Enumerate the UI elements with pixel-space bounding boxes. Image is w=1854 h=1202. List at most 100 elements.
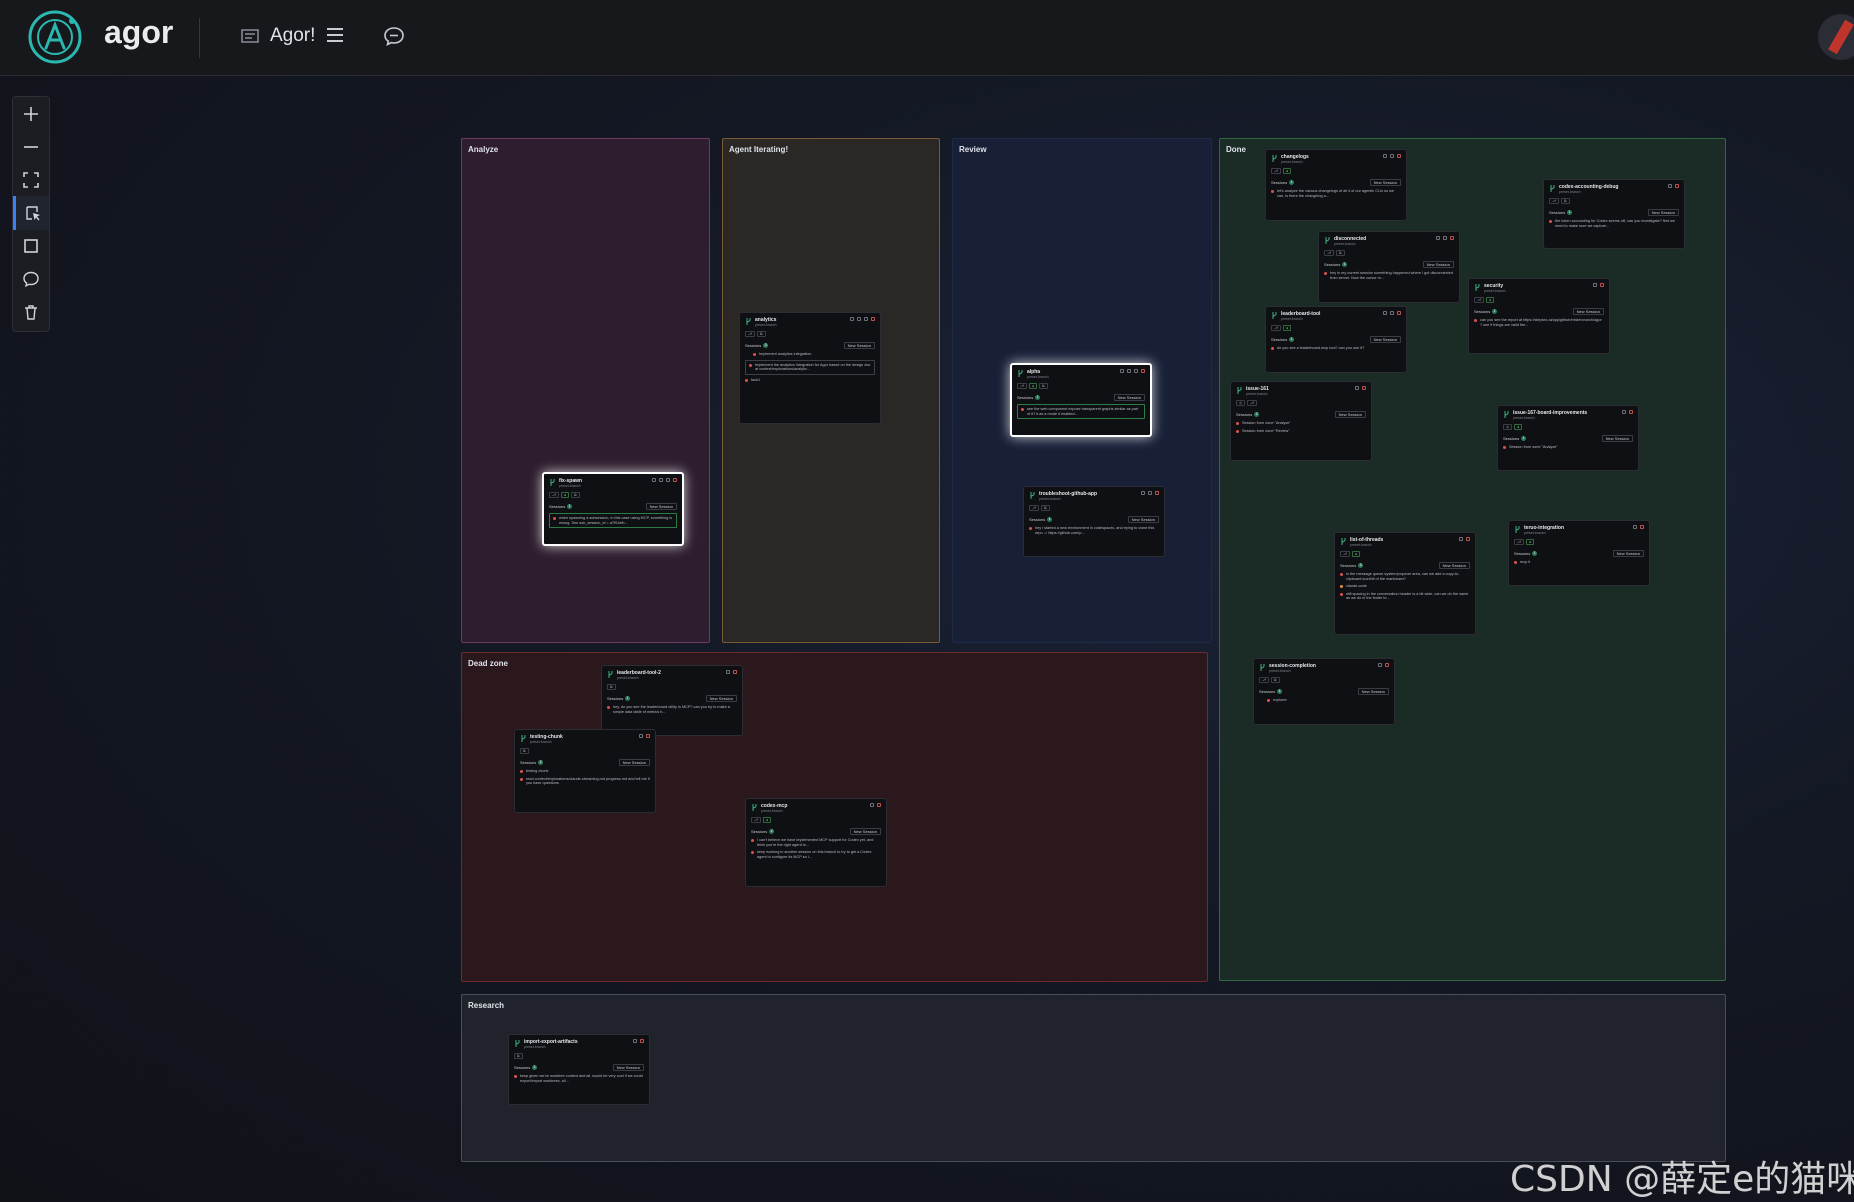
new-session-button[interactable]: New Session	[612, 1063, 644, 1071]
pr-chip[interactable]: ⎇	[1029, 505, 1040, 511]
play-icon[interactable]	[726, 670, 730, 674]
terminal-icon[interactable]	[1127, 369, 1131, 373]
worktree-card[interactable]: session-completion preset-branch ⎇ ⧉ Sessi…	[1253, 658, 1395, 725]
play-icon[interactable]	[633, 1039, 637, 1043]
delete-icon[interactable]	[733, 670, 737, 674]
worktree-card[interactable]: issue-161 preset-branch ◎ ⎇ Sessions 2 New S…	[1230, 381, 1372, 461]
terminal-icon[interactable]	[1390, 311, 1394, 315]
play-icon[interactable]	[1383, 154, 1387, 158]
play-icon[interactable]	[1141, 491, 1145, 495]
session-item[interactable]: when spawning a subsession, in this case…	[549, 513, 677, 529]
new-session-button[interactable]: New Session	[1422, 260, 1454, 268]
worktree-card[interactable]: testing-chunk preset-branch ⧉ Sessions 2 Ne…	[514, 729, 656, 813]
worktree-card[interactable]: troubleshoot-github-app preset-branch ⎇ ⧉ …	[1023, 486, 1165, 557]
new-session-button[interactable]: New Session	[1647, 208, 1679, 216]
edit-icon[interactable]	[666, 478, 670, 482]
pr-chip[interactable]: ⎇	[751, 817, 762, 823]
play-icon[interactable]	[652, 478, 656, 482]
new-session-button[interactable]: New Session	[618, 758, 650, 766]
session-item[interactable]: keep working in another session on this …	[751, 850, 881, 859]
session-item[interactable]: read context/explorations/claude-streami…	[520, 777, 650, 786]
delete-icon[interactable]	[1466, 537, 1470, 541]
play-icon[interactable]	[870, 803, 874, 807]
worktree-card[interactable]: security preset-branch ⎇ ● Sessions 1 New Se…	[1468, 278, 1610, 354]
link-chip[interactable]: ⧉	[1336, 250, 1345, 256]
new-session-button[interactable]: New Session	[1127, 515, 1159, 523]
session-item[interactable]: mcp.it	[1514, 560, 1644, 565]
new-session-button[interactable]: New Session	[1334, 410, 1366, 418]
delete-icon[interactable]	[1640, 525, 1644, 529]
session-item[interactable]: in the message queue system/popover area…	[1340, 572, 1470, 581]
session-item[interactable]: do you see a leaderboard.mcp tool? can y…	[1271, 346, 1401, 351]
play-icon[interactable]	[1355, 386, 1359, 390]
new-session-button[interactable]: New Session	[1113, 393, 1145, 401]
delete-icon[interactable]	[673, 478, 677, 482]
link-chip[interactable]: ⧉	[607, 684, 616, 690]
session-item[interactable]: Session from zone "Review"	[1236, 429, 1366, 434]
comment-tool-button[interactable]	[13, 262, 49, 296]
comments-icon[interactable]	[383, 25, 405, 47]
play-icon[interactable]	[1378, 663, 1382, 667]
session-item[interactable]: hey i started a new environment in codes…	[1029, 526, 1159, 535]
fit-view-button[interactable]	[13, 163, 49, 197]
worktree-card[interactable]: issue-167-board-improvements preset-branc…	[1497, 405, 1639, 471]
pr-chip[interactable]: ⎇	[1247, 400, 1258, 406]
new-session-button[interactable]: New Session	[1369, 335, 1401, 343]
delete-icon[interactable]	[1397, 154, 1401, 158]
worktree-card[interactable]: codex-accounting-debug preset-branch ⎇ ⧉ S…	[1543, 179, 1685, 249]
session-item[interactable]: let's analyze the various changelogs of …	[1271, 189, 1401, 198]
worktree-card[interactable]: analytics preset-branch ⎇ ⧉ Sessions 3 New S…	[739, 312, 881, 424]
worktree-card[interactable]: list-of-threads preset-branch ⎇ ● Sessions…	[1334, 532, 1476, 635]
edit-icon[interactable]	[1134, 369, 1138, 373]
delete-icon[interactable]	[877, 803, 881, 807]
link-chip[interactable]: ⧉	[1561, 198, 1570, 204]
pr-chip[interactable]: ⎇	[1474, 297, 1485, 303]
pr-chip[interactable]: ⎇	[1271, 168, 1282, 174]
link-chip[interactable]: ⧉	[757, 331, 766, 337]
session-item[interactable]: Implement the analytics integration for …	[745, 359, 875, 375]
delete-icon[interactable]	[1141, 369, 1145, 373]
rectangle-tool-button[interactable]	[13, 229, 49, 263]
pr-chip[interactable]: ⎇	[1340, 551, 1351, 557]
pr-chip[interactable]: ⎇	[745, 331, 756, 337]
worktree-card[interactable]: leaderboard-tool-2 preset-branch ⧉ Sessio…	[601, 665, 743, 736]
play-icon[interactable]	[1622, 410, 1626, 414]
worktree-card[interactable]: import-export-artifacts preset-branch ⧉ S…	[508, 1034, 650, 1105]
session-item[interactable]: hey, do you see the leaderboard utility …	[607, 705, 737, 714]
new-session-button[interactable]: New Session	[849, 827, 881, 835]
session-item[interactable]: see the web component expose transparent…	[1017, 404, 1145, 420]
session-item[interactable]: the token accounting for Codex seems off…	[1549, 219, 1679, 228]
pr-chip[interactable]: ⎇	[1514, 539, 1525, 545]
pr-chip[interactable]: ⎇	[549, 492, 560, 498]
delete-icon[interactable]	[1155, 491, 1159, 495]
worktree-card[interactable]: changelogs preset-branch ⎇ ● Sessions 1 New …	[1265, 149, 1407, 221]
worktree-card[interactable]: teruo-integration preset-branch ⎇ ● Sessio…	[1508, 520, 1650, 586]
terminal-icon[interactable]	[857, 317, 861, 321]
new-session-button[interactable]: New Session	[843, 341, 875, 349]
terminal-icon[interactable]	[659, 478, 663, 482]
play-icon[interactable]	[1436, 236, 1440, 240]
pr-chip[interactable]: ⎇	[1271, 325, 1282, 331]
link-chip[interactable]: ⧉	[1039, 383, 1048, 389]
session-item[interactable]: testing chunk	[520, 769, 650, 774]
play-icon[interactable]	[1383, 311, 1387, 315]
play-icon[interactable]	[850, 317, 854, 321]
delete-icon[interactable]	[1450, 236, 1454, 240]
delete-icon[interactable]	[1675, 184, 1679, 188]
select-tool-button[interactable]	[13, 196, 49, 230]
delete-icon[interactable]	[640, 1039, 644, 1043]
session-item[interactable]: can you see the report at https://stepse…	[1474, 318, 1604, 327]
link-chip[interactable]: ⧉	[1041, 505, 1050, 511]
board-name[interactable]: Agor!	[270, 25, 315, 47]
pr-chip[interactable]: ⎇	[1324, 250, 1335, 256]
zoom-out-button[interactable]	[13, 130, 49, 164]
worktree-card[interactable]: leaderboard-tool preset-branch ⎇ ● Session…	[1265, 306, 1407, 373]
session-item[interactable]: claude-code	[1340, 584, 1470, 589]
pr-chip[interactable]: ⎇	[1259, 677, 1270, 683]
session-item[interactable]: I can't believe we have implemented MCP …	[751, 838, 881, 847]
delete-icon[interactable]	[1397, 311, 1401, 315]
agor-logo-icon[interactable]	[26, 8, 84, 66]
terminal-icon[interactable]	[1443, 236, 1447, 240]
delete-icon[interactable]	[1629, 410, 1633, 414]
session-item[interactable]: Session from zone "Analyze"	[1236, 421, 1366, 426]
